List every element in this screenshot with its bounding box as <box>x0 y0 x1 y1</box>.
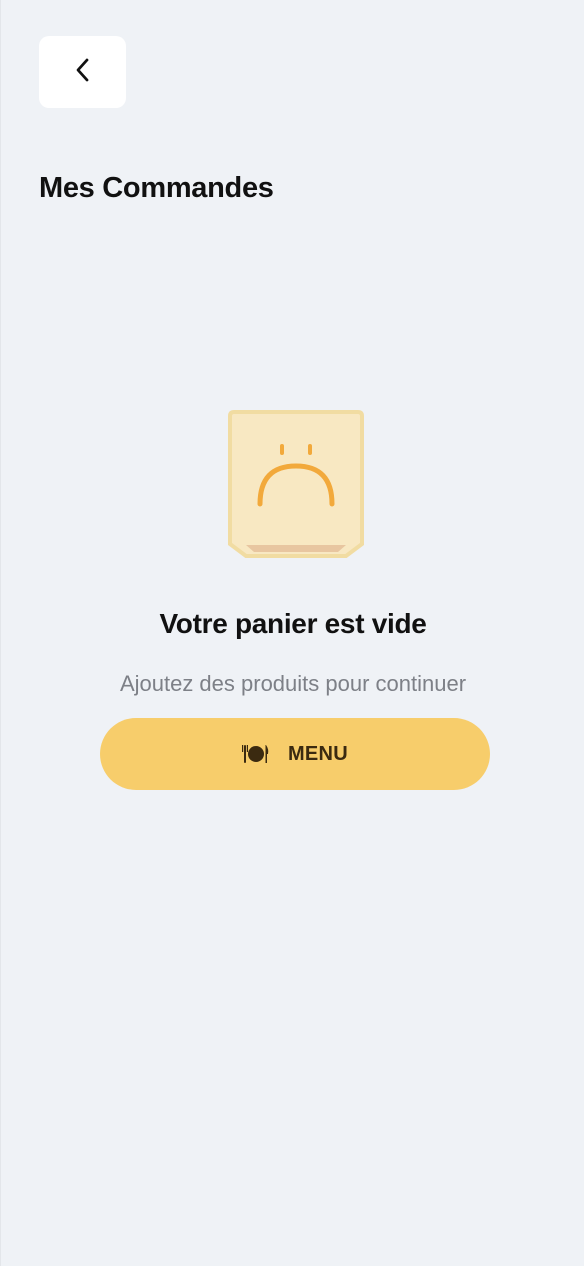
page-title: Mes Commandes <box>39 172 274 204</box>
empty-cart-subtitle: Ajoutez des produits pour continuer <box>119 671 467 696</box>
orders-screen: Mes Commandes Votre panier est vide Ajou… <box>0 0 584 1266</box>
menu-button-label: MENU <box>287 742 349 765</box>
plate-cutlery-icon <box>241 742 270 766</box>
menu-button[interactable]: MENU <box>100 718 490 790</box>
sad-bag-icon <box>228 410 364 560</box>
chevron-left-icon <box>73 56 93 89</box>
back-button[interactable] <box>39 36 126 108</box>
empty-cart-title: Votre panier est vide <box>159 608 427 639</box>
